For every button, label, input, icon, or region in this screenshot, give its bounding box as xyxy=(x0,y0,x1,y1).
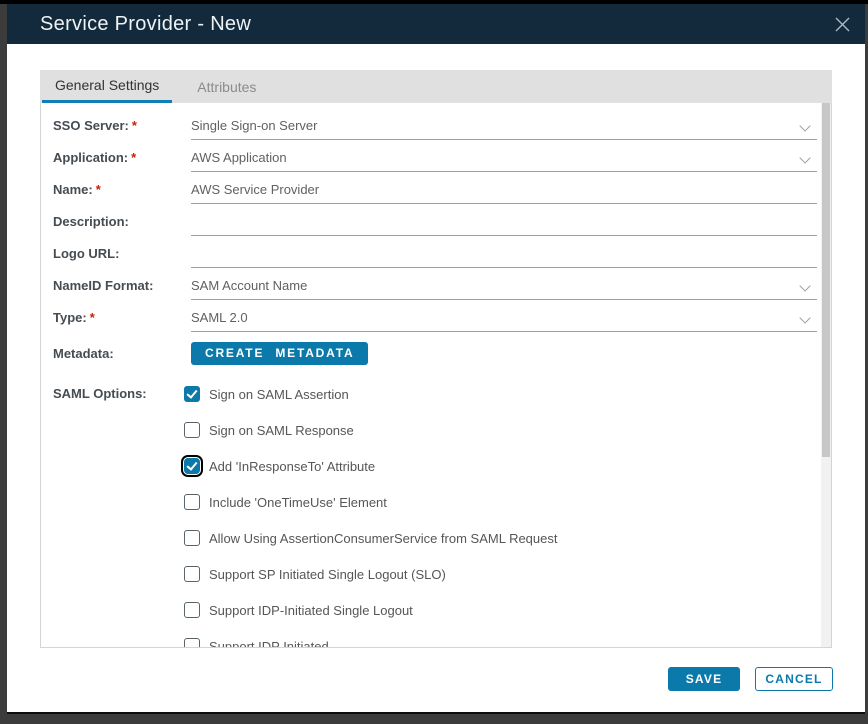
field-label-group: Logo URL: * xyxy=(53,236,191,268)
checkbox[interactable] xyxy=(184,422,200,438)
field-row-name: Name: * AWS Service Provider xyxy=(53,172,817,204)
modal-window: Service Provider - New General Settings … xyxy=(7,4,865,714)
field-label-group: Type: * xyxy=(53,300,191,332)
select-value: AWS Application xyxy=(191,150,287,165)
nameid-format-select[interactable]: SAM Account Name xyxy=(191,268,817,300)
field-label-group: SAML Options: xyxy=(53,374,184,648)
field-label-group: Description: * xyxy=(53,204,191,236)
modal-footer: SAVE CANCEL xyxy=(668,667,833,691)
field-label: SSO Server: xyxy=(53,118,129,133)
create-metadata-button[interactable]: CREATE METADATA xyxy=(191,342,368,365)
saml-options-list: Sign on SAML Assertion Sign on SAML Resp… xyxy=(184,374,558,648)
checkbox[interactable] xyxy=(184,530,200,546)
scrollbar-thumb[interactable] xyxy=(822,103,830,457)
required-asterisk: * xyxy=(96,182,101,197)
type-select[interactable]: SAML 2.0 xyxy=(191,300,817,332)
saml-option-one-time-use[interactable]: Include 'OneTimeUse' Element xyxy=(184,494,558,510)
required-asterisk: * xyxy=(90,310,95,325)
field-row-nameid-format: NameID Format: * SAM Account Name xyxy=(53,268,817,300)
checkbox-label: Sign on SAML Response xyxy=(209,423,354,438)
checkbox-label: Sign on SAML Assertion xyxy=(209,387,349,402)
checkbox[interactable] xyxy=(184,386,200,402)
required-asterisk: * xyxy=(131,150,136,165)
field-label: Metadata: xyxy=(53,346,114,361)
saml-option-in-response-to[interactable]: Add 'InResponseTo' Attribute xyxy=(184,458,558,474)
checkbox-label: Allow Using AssertionConsumerService fro… xyxy=(209,531,558,546)
chevron-down-icon xyxy=(799,280,810,291)
field-row-application: Application: * AWS Application xyxy=(53,140,817,172)
chevron-down-icon xyxy=(799,312,810,323)
logo-url-input[interactable] xyxy=(191,236,817,268)
name-input[interactable]: AWS Service Provider xyxy=(191,172,817,204)
checkbox-label: Add 'InResponseTo' Attribute xyxy=(209,459,375,474)
description-input[interactable] xyxy=(191,204,817,236)
field-row-type: Type: * SAML 2.0 xyxy=(53,300,817,332)
field-row-sso-server: SSO Server: * Single Sign-on Server xyxy=(53,108,817,140)
saml-option-sp-slo[interactable]: Support SP Initiated Single Logout (SLO) xyxy=(184,566,558,582)
select-value: Single Sign-on Server xyxy=(191,118,317,133)
checkbox-label: Include 'OneTimeUse' Element xyxy=(209,495,387,510)
checkbox[interactable] xyxy=(184,494,200,510)
checkbox[interactable] xyxy=(184,458,200,474)
save-button[interactable]: SAVE xyxy=(668,667,740,691)
saml-option-sign-assertion[interactable]: Sign on SAML Assertion xyxy=(184,386,558,402)
application-select[interactable]: AWS Application xyxy=(191,140,817,172)
saml-option-sign-response[interactable]: Sign on SAML Response xyxy=(184,422,558,438)
modal-header: Service Provider - New xyxy=(7,4,865,44)
field-label: Name: xyxy=(53,182,93,197)
field-label: Logo URL: xyxy=(53,246,119,261)
checkbox-label: Support IDP-Initiated Single Logout xyxy=(209,603,413,618)
saml-option-idp-slo[interactable]: Support IDP-Initiated Single Logout xyxy=(184,602,558,618)
checkbox[interactable] xyxy=(184,566,200,582)
form-panel: SSO Server: * Single Sign-on Server Appl… xyxy=(40,103,832,648)
chevron-down-icon xyxy=(799,152,810,163)
field-row-metadata: Metadata: CREATE METADATA xyxy=(53,332,817,374)
vertical-scrollbar[interactable] xyxy=(821,103,831,647)
input-value: AWS Service Provider xyxy=(191,182,319,197)
checkbox[interactable] xyxy=(184,602,200,618)
chevron-down-icon xyxy=(799,120,810,131)
checkbox[interactable] xyxy=(184,638,200,648)
required-asterisk: * xyxy=(132,118,137,133)
select-value: SAML 2.0 xyxy=(191,310,248,325)
field-label: Type: xyxy=(53,310,87,325)
field-row-description: Description: * xyxy=(53,204,817,236)
modal-title: Service Provider - New xyxy=(40,13,251,36)
field-label-group: SSO Server: * xyxy=(53,108,191,140)
checkbox-label: Support IDP Initiated … xyxy=(209,639,345,649)
field-row-logo-url: Logo URL: * xyxy=(53,236,817,268)
field-label: Description: xyxy=(53,214,129,229)
field-label-group: Name: * xyxy=(53,172,191,204)
tab-attributes[interactable]: Attributes xyxy=(184,70,269,103)
field-label-group: Application: * xyxy=(53,140,191,172)
field-label-group: Metadata: xyxy=(53,346,191,361)
field-label: Application: xyxy=(53,150,128,165)
tab-general-settings[interactable]: General Settings xyxy=(42,70,172,103)
checkbox-label: Support SP Initiated Single Logout (SLO) xyxy=(209,567,446,582)
saml-option-idp-clipped[interactable]: Support IDP Initiated … xyxy=(184,638,558,648)
saml-options-section: SAML Options: Sign on SAML Assertion Sig… xyxy=(53,374,817,648)
field-label: SAML Options: xyxy=(53,386,147,401)
field-label-group: NameID Format: * xyxy=(53,268,191,300)
sso-server-select[interactable]: Single Sign-on Server xyxy=(191,108,817,140)
close-icon[interactable] xyxy=(831,13,853,35)
tab-bar: General Settings Attributes xyxy=(40,70,832,103)
cancel-button[interactable]: CANCEL xyxy=(755,667,833,691)
saml-option-allow-acs[interactable]: Allow Using AssertionConsumerService fro… xyxy=(184,530,558,546)
field-label: NameID Format: xyxy=(53,278,153,293)
select-value: SAM Account Name xyxy=(191,278,307,293)
